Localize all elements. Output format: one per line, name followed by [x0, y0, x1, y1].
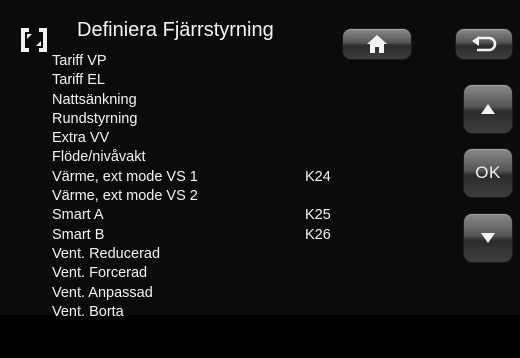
list-item[interactable]: Värme, ext mode VS 1 K24 [0, 168, 340, 187]
list-item-label: Vent. Anpassad [52, 284, 153, 301]
list-item-label: Vent. Forcerad [52, 265, 148, 282]
list-item-label: Tariff VP [52, 53, 107, 69]
ok-button[interactable]: OK [463, 148, 513, 198]
list-item[interactable]: Smart B K26 [0, 226, 340, 245]
scroll-up-button[interactable] [463, 84, 513, 134]
list-item-label: Värme, ext mode VS 2 [52, 188, 198, 205]
list-item-label: Tariff EL [52, 72, 105, 89]
list-item-label: Extra VV [52, 130, 110, 147]
remote-control-settings-screen: Definiera Fjärrstyrning Tariff VP Tariff… [0, 0, 520, 358]
list-item[interactable]: Tariff EL [0, 71, 340, 90]
list-item[interactable]: Vent. Forcerad [0, 264, 340, 283]
back-arrow-icon [469, 35, 499, 53]
list-item[interactable]: Nattsänkning [0, 91, 340, 110]
list-item-label: Smart A [52, 207, 104, 224]
arrow-down-icon [480, 232, 496, 244]
list-item-label: Rundstyrning [52, 110, 138, 127]
list-item[interactable]: Smart A K25 [0, 206, 340, 225]
list-item[interactable]: Rundstyrning [0, 110, 340, 129]
ok-label: OK [475, 163, 501, 182]
list-item[interactable]: Tariff VP [0, 52, 340, 71]
list-item[interactable]: Flöde/nivåvakt [0, 148, 340, 167]
list-item-label: Flöde/nivåvakt [52, 149, 146, 166]
list-item-label: Smart B [52, 226, 105, 243]
arrow-up-icon [480, 103, 496, 115]
list-item-value: K24 [305, 168, 331, 185]
list-item-label: Värme, ext mode VS 1 [52, 168, 198, 185]
back-button[interactable] [455, 28, 513, 60]
scroll-down-button[interactable] [463, 213, 513, 263]
page-title: Definiera Fjärrstyrning [77, 19, 274, 41]
list-item-value: K25 [305, 207, 331, 224]
settings-list: Tariff VP Tariff EL Nattsänkning Rundsty… [0, 52, 340, 322]
list-item[interactable]: Extra VV [0, 129, 340, 148]
fullscreen-brackets-icon [18, 25, 50, 55]
list-item[interactable]: Värme, ext mode VS 2 [0, 187, 340, 206]
list-item-selected[interactable]: Vent. Anpassad [0, 284, 340, 303]
list-item-label: Vent. Borta [52, 303, 124, 320]
list-item[interactable]: Vent. Reducerad [0, 245, 340, 264]
home-icon [366, 34, 388, 54]
list-item-label: Nattsänkning [52, 91, 137, 108]
list-item[interactable]: Vent. Borta [0, 303, 340, 322]
list-item-value: K26 [305, 226, 331, 243]
list-item-label: Vent. Reducerad [52, 245, 161, 262]
home-button[interactable] [342, 28, 412, 60]
